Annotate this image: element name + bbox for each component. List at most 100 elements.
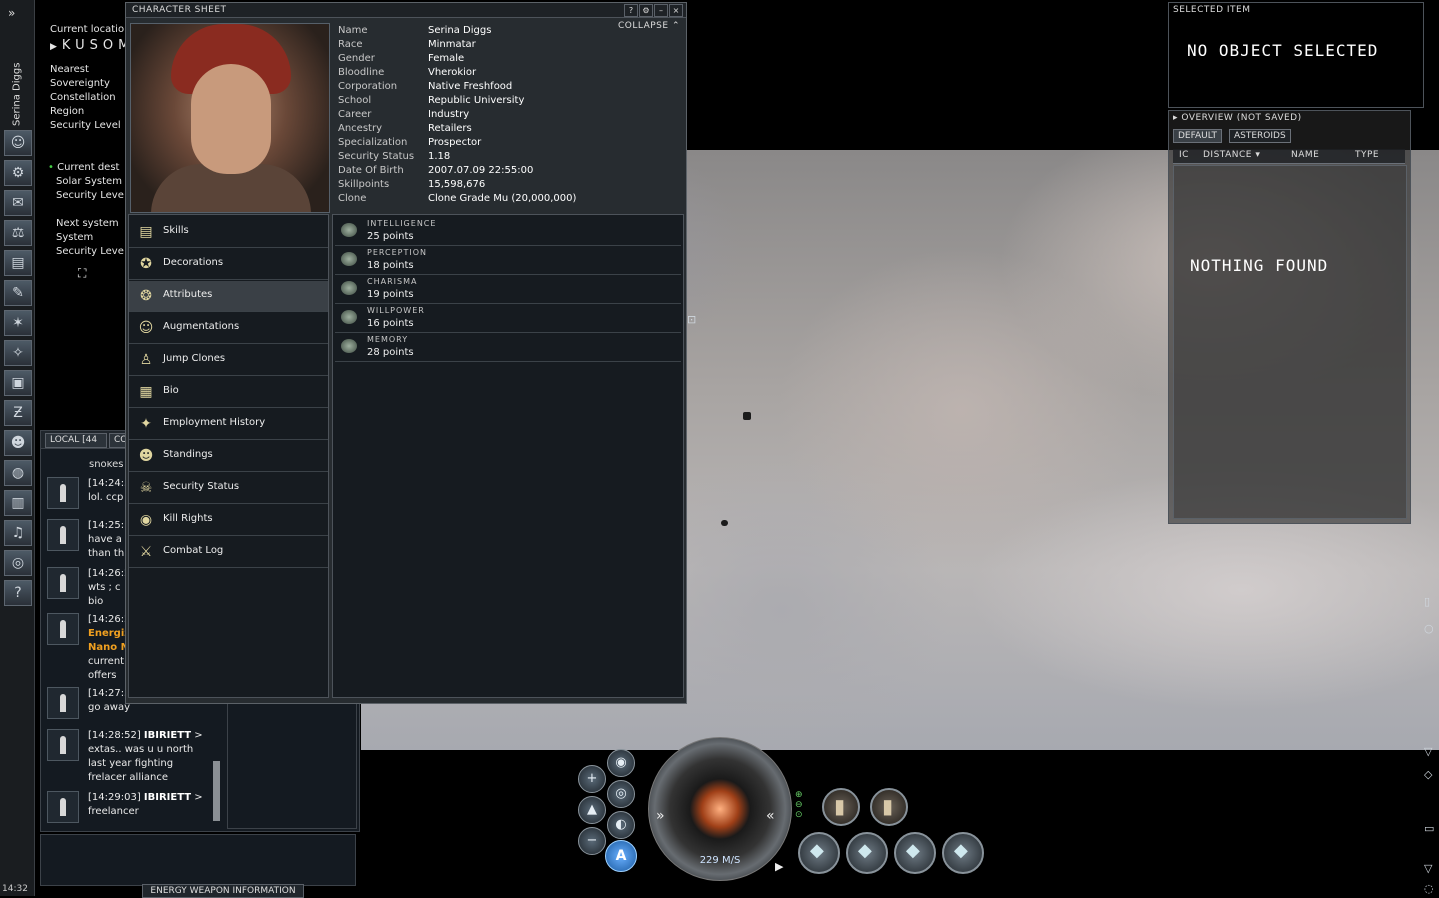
camera-icon[interactable]: ◉ [607, 749, 635, 777]
autopilot-button[interactable]: A [605, 840, 637, 872]
avatar[interactable] [47, 477, 79, 509]
tactical-icon[interactable]: ◎ [607, 780, 635, 808]
side-triangle-icon[interactable]: ▽ [1424, 745, 1432, 758]
ship-icon[interactable]: ▣ [4, 370, 32, 396]
tab-asteroids[interactable]: ASTEROIDS [1229, 129, 1291, 143]
world-icon[interactable]: ◍ [4, 460, 32, 486]
chat-scrollbar[interactable] [213, 761, 220, 821]
expand-icon[interactable]: ⛶ [78, 266, 86, 281]
avatar[interactable] [47, 729, 79, 761]
wallet-icon[interactable]: ▤ [4, 250, 32, 276]
module-weapon-4[interactable] [942, 832, 984, 874]
attribute-row-memory[interactable]: MEMORY 28 points [335, 333, 681, 362]
nav-item-attributes[interactable]: ❂ Attributes [129, 281, 328, 312]
assets-icon[interactable]: ⚙ [4, 160, 32, 186]
nav-item-security-status[interactable]: ☠ Security Status [129, 473, 328, 504]
nav-item-augmentations[interactable]: ☺ Augmentations [129, 313, 328, 344]
system-name[interactable]: ▶KUSOM [50, 38, 134, 53]
tab-local[interactable]: LOCAL [44 [45, 433, 107, 448]
minimize-button[interactable]: – [654, 4, 668, 17]
module-shield-1[interactable] [822, 788, 860, 826]
overview-title[interactable]: ▸ OVERVIEW (NOT SAVED) [1173, 113, 1302, 123]
collapse-button[interactable]: COLLAPSE ⌃ [618, 21, 680, 31]
chat-input-field[interactable] [40, 834, 356, 886]
character-sheet-window[interactable]: CHARACTER SHEET ? ⚙ – × COLLAPSE ⌃ Name S… [125, 2, 687, 704]
help-icon[interactable]: ? [4, 580, 32, 606]
side-tool-icon[interactable]: ▯ [1424, 595, 1430, 608]
collapse-arrow-icon[interactable]: ▶ [50, 42, 62, 52]
avatar[interactable] [47, 687, 79, 719]
neocom-character-name[interactable]: Serina Diggs [2, 60, 32, 128]
journal-icon[interactable]: ✎ [4, 280, 32, 306]
nav-item-employment-history[interactable]: ✦ Employment History [129, 409, 328, 440]
play-arrow-icon[interactable]: ▶ [775, 860, 783, 873]
col-distance[interactable]: DISTANCE ▾ [1203, 150, 1260, 160]
zoom-in-icon[interactable]: + [578, 765, 606, 793]
attribute-row-intelligence[interactable]: INTELLIGENCE 25 points [335, 217, 681, 246]
chat-member-list[interactable] [227, 703, 357, 829]
people-icon[interactable]: ☻ [4, 430, 32, 456]
overview-list[interactable]: NOTHING FOUND [1173, 165, 1407, 519]
avatar[interactable] [47, 613, 79, 645]
swords-icon: ⚔ [139, 544, 153, 560]
tab-default[interactable]: DEFAULT [1173, 129, 1222, 143]
nav-item-kill-rights[interactable]: ◉ Kill Rights [129, 505, 328, 536]
avatar[interactable] [47, 791, 79, 823]
ship-bracket[interactable] [743, 412, 751, 420]
col-type[interactable]: TYPE [1355, 150, 1379, 160]
help-button[interactable]: ? [624, 4, 638, 17]
avatar[interactable] [47, 519, 79, 551]
speed-readout[interactable]: 229 M/S [690, 855, 750, 866]
current-destination-label[interactable]: • Current dest [48, 162, 119, 173]
attribute-row-charisma[interactable]: CHARISMA 19 points [335, 275, 681, 304]
notepad-icon[interactable]: ▥ [4, 490, 32, 516]
nav-item-bio[interactable]: ▦ Bio [129, 377, 328, 408]
zoom-out-icon[interactable]: − [578, 827, 606, 855]
debris-object[interactable] [721, 520, 728, 526]
side-shield-icon[interactable]: ◇ [1424, 768, 1432, 781]
module-weapon-2[interactable] [846, 832, 888, 874]
nav-item-jump-clones[interactable]: ♙ Jump Clones [129, 345, 328, 376]
window-title-bar[interactable]: CHARACTER SHEET ? ⚙ – × [126, 3, 686, 18]
map-icon[interactable]: ✶ [4, 310, 32, 336]
neocom-expand-button[interactable]: » [8, 6, 15, 20]
character-portrait[interactable] [130, 23, 330, 213]
security-level-label-3: Security Leve [56, 246, 124, 257]
portrait-icon[interactable]: ☺ [4, 130, 32, 156]
overview-window[interactable]: ▸ OVERVIEW (NOT SAVED) DEFAULT ASTEROIDS… [1168, 110, 1411, 524]
side-ring-icon[interactable]: ○ [1424, 622, 1434, 635]
overview-header: IC DISTANCE ▾ NAME TYPE [1173, 149, 1405, 164]
nav-item-decorations[interactable]: ✪ Decorations [129, 249, 328, 280]
nav-item-skills[interactable]: ▤ Skills [129, 217, 328, 248]
chevron-right-icon[interactable]: » [656, 808, 665, 824]
browser-icon[interactable]: ◎ [4, 550, 32, 576]
nav-item-combat-log[interactable]: ⚔ Combat Log [129, 537, 328, 568]
ship-hangar-icon[interactable]: ▲ [578, 796, 606, 824]
close-button[interactable]: × [669, 4, 683, 17]
settings-button[interactable]: ⚙ [639, 4, 653, 17]
mail-icon[interactable]: ✉ [4, 190, 32, 216]
col-icon[interactable]: IC [1179, 150, 1189, 160]
scanner-icon[interactable]: ◐ [607, 811, 635, 839]
market-icon[interactable]: ⚖ [4, 220, 32, 246]
speed-controls-icon[interactable]: ⊕ ⊖ ⊙ [795, 790, 803, 820]
scanner-icon[interactable]: Ƶ [4, 400, 32, 426]
chevron-left-icon[interactable]: « [766, 808, 775, 824]
nearest-label: Nearest [50, 64, 89, 75]
module-weapon-3[interactable] [894, 832, 936, 874]
nav-item-standings[interactable]: ☻ Standings [129, 441, 328, 472]
module-shield-2[interactable] [870, 788, 908, 826]
audio-icon[interactable]: ♫ [4, 520, 32, 546]
attribute-row-willpower[interactable]: WILLPOWER 16 points [335, 304, 681, 333]
window-resize-icon[interactable]: ⊡ [687, 313, 696, 326]
module-weapon-1[interactable] [798, 832, 840, 874]
side-down-icon[interactable]: ▽ [1424, 862, 1432, 875]
attribute-row-perception[interactable]: PERCEPTION 18 points [335, 246, 681, 275]
starmap-icon[interactable]: ✧ [4, 340, 32, 366]
sort-down-icon: ▾ [1255, 150, 1261, 160]
side-box-icon[interactable]: ▭ [1424, 822, 1434, 835]
selected-item-window[interactable]: SELECTED ITEM NO OBJECT SELECTED [1168, 2, 1424, 108]
avatar[interactable] [47, 567, 79, 599]
col-name[interactable]: NAME [1291, 150, 1319, 160]
side-bottom-icon[interactable]: ◌ [1424, 882, 1434, 895]
